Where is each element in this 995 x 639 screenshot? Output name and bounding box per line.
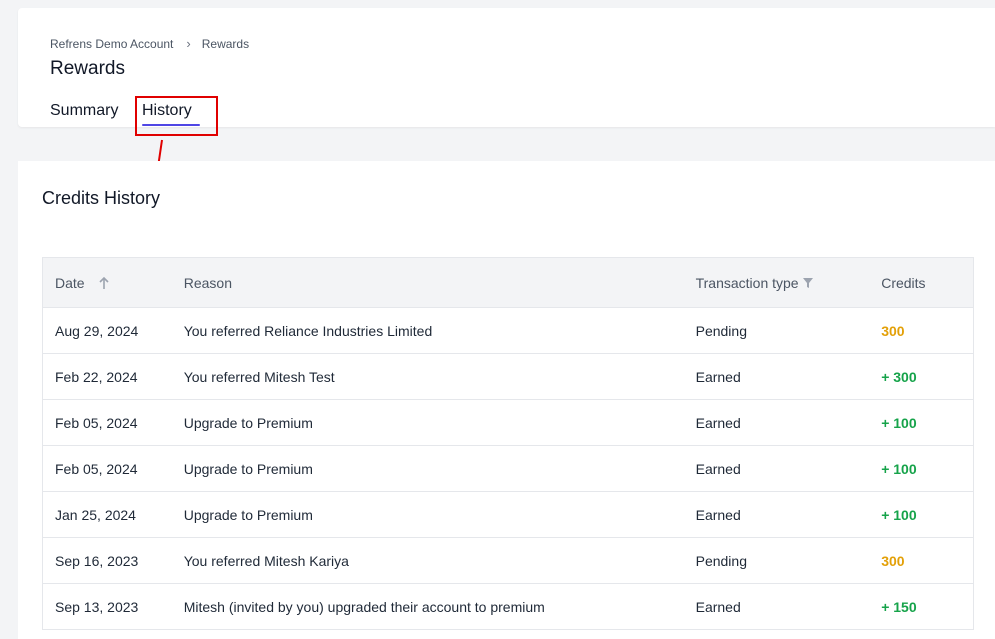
cell-credits: + 300: [881, 368, 917, 385]
cell-reason: Upgrade to Premium: [183, 506, 313, 523]
cell-reason: Upgrade to Premium: [183, 414, 313, 431]
table-row: Feb 05, 2024 Upgrade to Premium Earned +…: [43, 446, 973, 492]
tab-summary[interactable]: Summary: [50, 102, 118, 120]
cell-reason: You referred Mitesh Test: [183, 368, 335, 385]
breadcrumb-current: Rewards: [201, 36, 250, 51]
arrow-up-icon[interactable]: [98, 276, 110, 290]
history-tab-highlight: [135, 96, 218, 136]
cell-reason: Mitesh (invited by you) upgraded their a…: [183, 598, 545, 615]
cell-credits: 300: [881, 552, 905, 569]
column-header-reason: Reason: [183, 274, 232, 291]
section-title: Credits History: [42, 188, 161, 208]
cell-date: Feb 22, 2024: [55, 368, 138, 385]
cell-date: Sep 16, 2023: [55, 552, 139, 569]
cell-type: Pending: [695, 322, 747, 339]
cell-credits: + 100: [881, 506, 917, 523]
cell-type: Earned: [695, 368, 741, 385]
filter-icon[interactable]: [802, 277, 813, 288]
table-row: Feb 22, 2024 You referred Mitesh Test Ea…: [43, 354, 973, 400]
cell-date: Jan 25, 2024: [55, 506, 136, 523]
cell-date: Feb 05, 2024: [55, 414, 138, 431]
table-row: Sep 13, 2023 Mitesh (invited by you) upg…: [43, 584, 973, 630]
cell-type: Earned: [695, 460, 741, 477]
page-title: Rewards: [50, 58, 125, 79]
cell-type: Earned: [695, 598, 741, 615]
chevron-right-icon: ›: [186, 36, 191, 51]
cell-type: Earned: [695, 414, 741, 431]
cell-date: Aug 29, 2024: [55, 322, 139, 339]
credits-table: Date Reason Transaction type Credits Aug…: [42, 257, 974, 630]
cell-credits: 300: [881, 322, 905, 339]
cell-credits: + 150: [881, 598, 917, 615]
credits-history-panel: Credits History Date Reason Transaction …: [18, 161, 995, 639]
table-row: Sep 16, 2023 You referred Mitesh Kariya …: [43, 538, 973, 584]
breadcrumb: Refrens Demo Account › Rewards: [50, 36, 249, 51]
cell-reason: You referred Reliance Industries Limited: [183, 322, 433, 339]
cell-type: Earned: [695, 506, 741, 523]
table-row: Feb 05, 2024 Upgrade to Premium Earned +…: [43, 400, 973, 446]
column-header-date[interactable]: Date: [43, 275, 184, 291]
cell-date: Feb 05, 2024: [55, 460, 138, 477]
table-row: Jan 25, 2024 Upgrade to Premium Earned +…: [43, 492, 973, 538]
cell-date: Sep 13, 2023: [55, 598, 139, 615]
column-header-date-label: Date: [55, 274, 85, 291]
table-body: Aug 29, 2024 You referred Reliance Indus…: [43, 308, 973, 630]
column-header-credits: Credits: [881, 274, 926, 291]
breadcrumb-account-link[interactable]: Refrens Demo Account: [50, 37, 173, 51]
table-header: Date Reason Transaction type Credits: [43, 258, 973, 308]
column-header-transaction-type[interactable]: Transaction type: [696, 275, 882, 291]
cell-credits: + 100: [881, 460, 917, 477]
cell-reason: You referred Mitesh Kariya: [183, 552, 349, 569]
cell-credits: + 100: [881, 414, 917, 431]
cell-type: Pending: [695, 552, 747, 569]
column-header-type-label: Transaction type: [695, 274, 799, 291]
table-row: Aug 29, 2024 You referred Reliance Indus…: [43, 308, 973, 354]
cell-reason: Upgrade to Premium: [183, 460, 313, 477]
